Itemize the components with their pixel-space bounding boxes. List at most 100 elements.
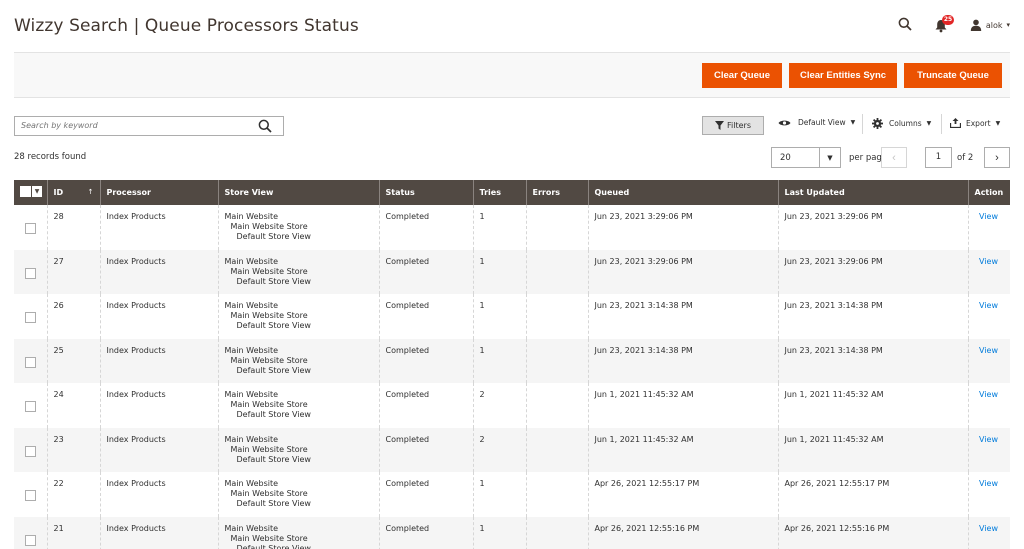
store-view-line: Default Store View: [236, 543, 311, 549]
view-link[interactable]: View: [979, 301, 998, 310]
columns-dropdown[interactable]: Columns ▼: [872, 118, 931, 129]
cell-status: Completed: [378, 516, 473, 549]
cell-last-updated: Jun 23, 2021 3:14:38 PM: [777, 338, 968, 383]
row-checkbox[interactable]: [25, 356, 36, 368]
cell-id: 24: [46, 383, 100, 428]
store-view-line: Main Website Store: [230, 355, 308, 365]
search-icon[interactable]: [258, 119, 272, 133]
cell-store-view: Main Website Main Website Store Default St…: [217, 294, 379, 339]
cell-last-updated: Apr 26, 2021 12:55:16 PM: [777, 516, 968, 549]
store-view-line: Main Website: [224, 345, 279, 355]
select-all-checkbox[interactable]: [20, 186, 31, 197]
gear-icon: [872, 118, 883, 129]
column-header-processor[interactable]: Processor: [99, 180, 218, 205]
column-header-store-view[interactable]: Store View: [217, 180, 379, 205]
column-header-tries[interactable]: Tries: [472, 180, 526, 205]
clear-queue-button[interactable]: Clear Queue: [702, 63, 782, 88]
header-actions: 25 alok ▾: [898, 15, 1010, 34]
cell-processor: Index Products: [99, 294, 218, 339]
per-page-select[interactable]: 20 ▼: [771, 147, 841, 168]
cell-tries: 2: [472, 383, 526, 428]
column-header-queued[interactable]: Queued: [587, 180, 778, 205]
view-link[interactable]: View: [979, 435, 998, 444]
row-select-cell: [14, 249, 47, 294]
page-header: Wizzy Search | Queue Processors Status 2…: [0, 0, 1024, 52]
default-view-dropdown[interactable]: Default View ▼: [778, 118, 855, 127]
store-view-line: Main Website: [224, 479, 279, 488]
store-view-line: Main Website: [224, 523, 279, 533]
cell-last-updated: Jun 23, 2021 3:29:06 PM: [777, 249, 968, 294]
cell-action: View: [967, 249, 1010, 294]
table-row: 25 Index Products Main Website Main Website…: [14, 338, 1010, 383]
toolbar-divider: [862, 114, 863, 134]
default-view-label: Default View: [798, 118, 846, 127]
store-view-line: Main Website Store: [230, 222, 308, 231]
cell-action: View: [967, 472, 1010, 517]
column-header-status[interactable]: Status: [378, 180, 473, 205]
cell-tries: 1: [472, 249, 526, 294]
row-checkbox[interactable]: [25, 312, 36, 323]
row-select-cell: [14, 205, 47, 250]
store-view-line: Main Website Store: [230, 444, 308, 454]
store-view-line: Main Website Store: [230, 489, 308, 498]
table-row: 22 Index Products Main Website Main Website…: [14, 472, 1010, 517]
current-page-input[interactable]: 1: [925, 147, 952, 168]
export-dropdown[interactable]: Export ▼: [950, 118, 1000, 128]
notifications-button[interactable]: 25: [934, 15, 955, 33]
cell-processor: Index Products: [99, 249, 218, 294]
next-page-button[interactable]: ›: [984, 147, 1010, 168]
cell-status: Completed: [378, 472, 473, 517]
cell-id: 27: [46, 249, 100, 294]
cell-errors: [525, 383, 588, 428]
row-checkbox[interactable]: [25, 490, 36, 501]
user-menu[interactable]: alok ▾: [970, 19, 1010, 31]
page-total: of 2: [957, 153, 974, 163]
view-link[interactable]: View: [979, 212, 998, 221]
cell-id: 23: [46, 427, 100, 472]
cell-queued: Jun 1, 2021 11:45:32 AM: [587, 427, 778, 472]
row-checkbox[interactable]: [25, 534, 36, 546]
view-link[interactable]: View: [979, 524, 998, 533]
column-header-id[interactable]: ID ↑: [46, 180, 100, 205]
cell-status: Completed: [378, 249, 473, 294]
cell-status: Completed: [378, 294, 473, 339]
search-input[interactable]: [21, 121, 241, 130]
cell-action: View: [967, 205, 1010, 250]
store-view-line: Default Store View: [236, 232, 311, 241]
store-view-line: Main Website: [224, 301, 279, 310]
view-link[interactable]: View: [979, 257, 998, 266]
cell-processor: Index Products: [99, 516, 218, 549]
view-link[interactable]: View: [979, 390, 998, 399]
mass-select-header[interactable]: ▼: [14, 180, 47, 205]
view-link[interactable]: View: [979, 479, 998, 488]
row-checkbox[interactable]: [25, 223, 36, 234]
column-header-last-updated[interactable]: Last Updated: [777, 180, 968, 205]
clear-entities-sync-button[interactable]: Clear Entities Sync: [789, 63, 897, 88]
cell-last-updated: Jun 1, 2021 11:45:32 AM: [777, 427, 968, 472]
row-checkbox[interactable]: [25, 401, 36, 412]
row-checkbox[interactable]: [25, 445, 36, 457]
view-link[interactable]: View: [979, 346, 998, 355]
store-view-line: Main Website Store: [230, 266, 308, 276]
page-actions-bar: Clear Queue Clear Entities Sync Truncate…: [14, 52, 1010, 98]
store-view-line: Default Store View: [236, 321, 311, 330]
column-header-errors[interactable]: Errors: [525, 180, 588, 205]
cell-store-view: Main Website Main Website Store Default St…: [217, 472, 379, 517]
user-icon: [970, 19, 982, 31]
columns-label: Columns: [889, 119, 922, 128]
search-icon[interactable]: [898, 17, 914, 33]
cell-errors: [525, 205, 588, 250]
cell-last-updated: Jun 1, 2021 11:45:32 AM: [777, 383, 968, 428]
store-view-line: Main Website: [224, 256, 279, 266]
truncate-queue-button[interactable]: Truncate Queue: [904, 63, 1002, 88]
table-row: 26 Index Products Main Website Main Website…: [14, 294, 1010, 339]
row-checkbox[interactable]: [25, 267, 36, 279]
filters-button[interactable]: Filters: [702, 116, 764, 135]
cell-queued: Jun 23, 2021 3:29:06 PM: [587, 249, 778, 294]
mass-select-dropdown[interactable]: ▼: [20, 186, 42, 197]
previous-page-button[interactable]: ‹: [881, 147, 907, 168]
cell-tries: 1: [472, 294, 526, 339]
cell-action: View: [967, 516, 1010, 549]
cell-action: View: [967, 383, 1010, 428]
chevron-down-icon[interactable]: ▼: [819, 148, 840, 167]
